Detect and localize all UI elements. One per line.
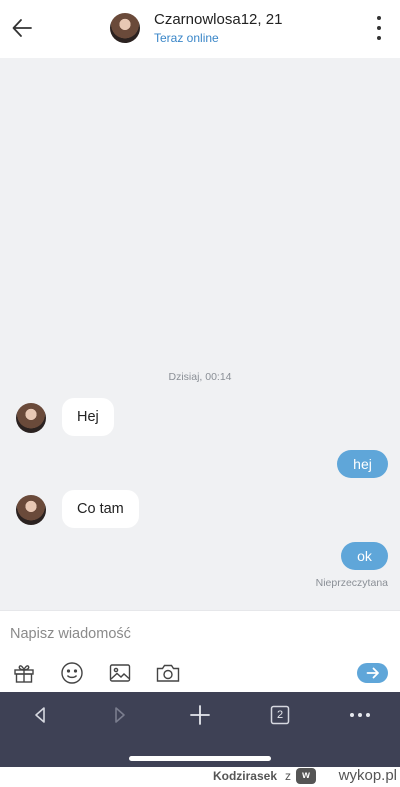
send-button[interactable] [357, 663, 388, 683]
watermark-site: wykop.pl [338, 767, 397, 784]
contact-name[interactable]: Czarnowlosa12, 21 [154, 11, 282, 28]
tabs-count: 2 [276, 709, 284, 721]
back-button[interactable] [9, 15, 35, 41]
sender-avatar[interactable] [16, 403, 46, 433]
new-tab-icon [190, 705, 210, 725]
message-outgoing: hej [337, 450, 388, 478]
browser-back-button[interactable] [25, 702, 55, 728]
read-status: Nieprzeczytana [315, 577, 388, 589]
image-icon [109, 664, 131, 682]
message-incoming: Hej [62, 398, 114, 436]
emoji-icon [61, 662, 83, 684]
contact-avatar[interactable] [110, 13, 140, 43]
message-input[interactable] [10, 623, 390, 645]
new-tab-button[interactable] [185, 702, 215, 728]
message-outgoing: ok [341, 542, 388, 570]
online-status: Teraz online [154, 31, 219, 45]
message-incoming: Co tam [62, 490, 139, 528]
send-arrow-icon [366, 667, 379, 679]
arrow-left-icon [12, 19, 32, 37]
camera-icon [156, 664, 180, 682]
gift-icon [14, 665, 34, 683]
date-separator: Dzisiaj, 00:14 [168, 371, 232, 383]
chat-messages[interactable]: Dzisiaj, 00:14 Hej hej Co tam ok Nieprze… [0, 58, 400, 610]
watermark-separator: z [285, 769, 291, 783]
browser-menu-button[interactable] [345, 702, 375, 728]
sender-avatar[interactable] [16, 495, 46, 525]
forward-icon [115, 707, 125, 723]
back-icon [35, 707, 45, 723]
watermark-user: Kodzirasek [212, 769, 277, 783]
message-composer [0, 610, 400, 693]
more-horizontal-icon [350, 713, 370, 717]
home-indicator[interactable] [129, 756, 271, 761]
image-button[interactable] [107, 660, 133, 686]
gift-button[interactable] [11, 660, 37, 686]
chat-header: Czarnowlosa12, 21 Teraz online [0, 0, 400, 58]
tabs-button[interactable]: 2 [265, 702, 295, 728]
camera-button[interactable] [155, 660, 181, 686]
browser-forward-button[interactable] [105, 702, 135, 728]
more-vertical-icon[interactable] [370, 16, 388, 40]
watermark-footer: Kodzirasek z w wykop.pl [0, 767, 400, 787]
wykop-logo-icon: w [296, 768, 316, 784]
emoji-button[interactable] [59, 660, 85, 686]
